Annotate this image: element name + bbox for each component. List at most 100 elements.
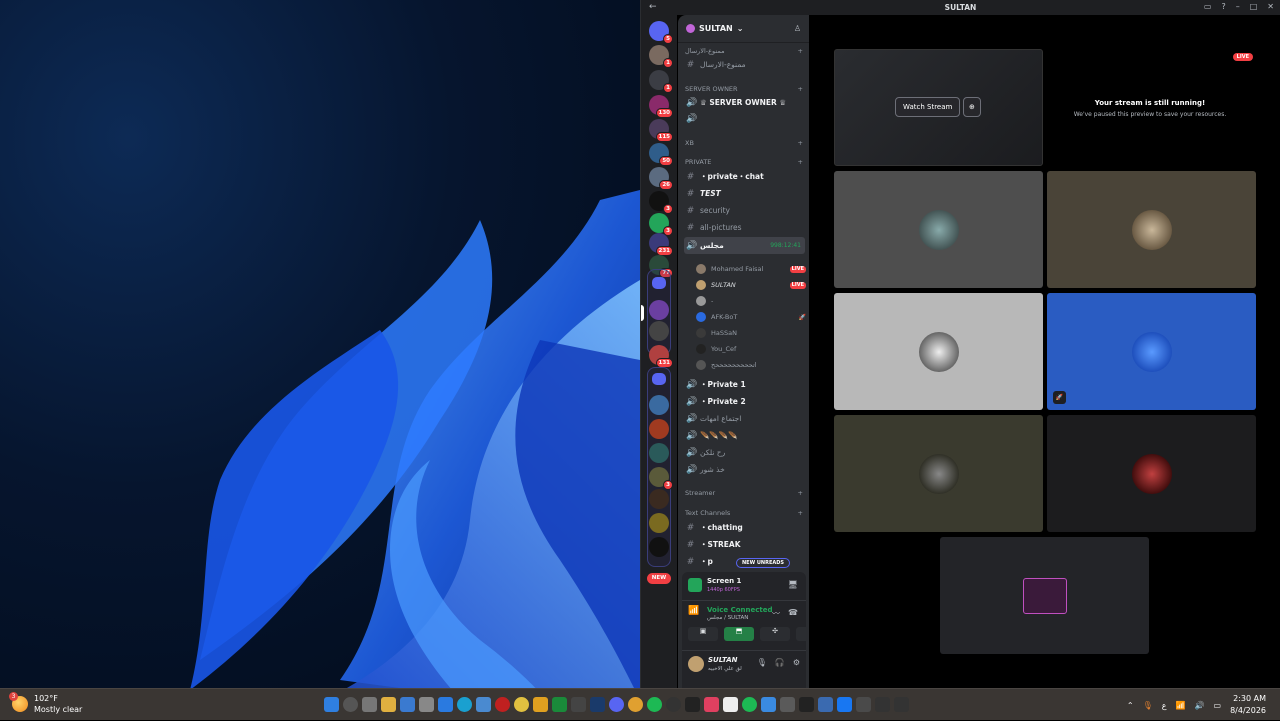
- server-icon[interactable]: [649, 537, 669, 557]
- search-icon[interactable]: [343, 697, 358, 712]
- participant-tile[interactable]: [1047, 171, 1256, 288]
- discord-home-icon[interactable]: 5: [649, 21, 673, 44]
- facebook-icon[interactable]: [837, 697, 852, 712]
- server-icon[interactable]: [649, 321, 669, 341]
- participant-tile[interactable]: 🚀: [1047, 293, 1256, 410]
- weather-widget[interactable]: 3 102°F Mostly clear: [9, 692, 82, 715]
- popout-icon[interactable]: ⊕: [963, 97, 981, 117]
- microphone-icon[interactable]: 🎙: [1143, 701, 1153, 710]
- activities-button[interactable]: ✣: [760, 627, 790, 641]
- server-icon[interactable]: 3: [649, 213, 673, 236]
- maximize-button[interactable]: □: [1250, 2, 1258, 11]
- app-icon[interactable]: [495, 697, 510, 712]
- category-header[interactable]: Text Channels +: [685, 509, 803, 517]
- voice-channel[interactable]: 🔊 ・Private 2: [684, 394, 805, 409]
- disconnect-icon[interactable]: ☎: [788, 608, 798, 617]
- category-header[interactable]: PRIVATE +: [685, 158, 803, 166]
- participant-tile[interactable]: [834, 415, 1043, 532]
- new-unreads-button[interactable]: NEW UNREADS: [736, 558, 790, 568]
- server-header[interactable]: SULTAN ⌄ ♙: [678, 15, 809, 43]
- category-header[interactable]: SERVER OWNER +: [685, 85, 803, 93]
- category-header[interactable]: ممنوع-الارسال +: [685, 47, 803, 55]
- voice-channel[interactable]: 🔊 خذ شور: [684, 462, 805, 477]
- voice-channel[interactable]: 🔊 ・Private 1: [684, 377, 805, 392]
- close-button[interactable]: ✕: [1267, 2, 1274, 11]
- app-icon[interactable]: [875, 697, 890, 712]
- signal-icon[interactable]: 📶: [688, 606, 702, 620]
- app-icon[interactable]: [761, 697, 776, 712]
- app-icon[interactable]: [818, 697, 833, 712]
- stream-preview-tile[interactable]: Watch Stream ⊕: [834, 49, 1043, 166]
- app-icon[interactable]: [894, 697, 909, 712]
- voice-user[interactable]: AFK-BoT 🚀: [696, 310, 806, 324]
- soundboard-button[interactable]: ♫: [796, 627, 809, 641]
- inbox-icon[interactable]: ▭: [1204, 2, 1212, 11]
- server-icon[interactable]: 231: [649, 233, 673, 256]
- voice-channel[interactable]: 🔊: [684, 111, 805, 126]
- file-explorer-icon[interactable]: [381, 697, 396, 712]
- voice-user[interactable]: -: [696, 294, 806, 308]
- avatar[interactable]: [688, 656, 704, 672]
- text-channel[interactable]: # ・STREAK: [684, 537, 805, 552]
- server-icon[interactable]: [649, 443, 669, 463]
- screen-share-button[interactable]: ⬒: [724, 627, 754, 641]
- settings-gear-icon[interactable]: ⚙: [793, 658, 800, 667]
- camera-button[interactable]: ▣: [688, 627, 718, 641]
- add-member-icon[interactable]: ♙: [794, 24, 801, 33]
- app-icon[interactable]: [476, 697, 491, 712]
- tiktok-icon[interactable]: [685, 697, 700, 712]
- app-icon[interactable]: [533, 697, 548, 712]
- text-channel[interactable]: # security: [684, 203, 805, 218]
- participant-tile[interactable]: [834, 293, 1043, 410]
- notepad-icon[interactable]: [723, 697, 738, 712]
- volume-icon[interactable]: 🔊: [1195, 701, 1205, 710]
- app-icon[interactable]: [704, 697, 719, 712]
- app-icon[interactable]: [780, 697, 795, 712]
- headphones-icon[interactable]: 🎧: [775, 658, 785, 667]
- settings-icon[interactable]: [419, 697, 434, 712]
- xbox-icon[interactable]: [552, 697, 567, 712]
- text-channel[interactable]: # all-pictures: [684, 220, 805, 235]
- task-view-icon[interactable]: [362, 697, 377, 712]
- language-indicator[interactable]: ع: [1162, 701, 1167, 710]
- text-channel[interactable]: # TEST: [684, 186, 805, 201]
- category-header[interactable]: Streamer +: [685, 489, 803, 497]
- participant-tile[interactable]: [940, 537, 1149, 654]
- server-icon[interactable]: 26: [649, 167, 673, 190]
- spotify-icon[interactable]: [742, 697, 757, 712]
- active-voice-channel[interactable]: 🔊 مجلس 998:12:41: [684, 237, 805, 254]
- text-channel[interactable]: # ・chatting: [684, 520, 805, 535]
- voice-channel[interactable]: 🔊 اجتماع امهات: [684, 411, 805, 426]
- participant-tile[interactable]: [834, 171, 1043, 288]
- server-icon[interactable]: [649, 300, 669, 320]
- steam-icon[interactable]: [590, 697, 605, 712]
- app-icon[interactable]: [856, 697, 871, 712]
- microphone-icon[interactable]: 🎙: [757, 658, 767, 667]
- app-icon[interactable]: [400, 697, 415, 712]
- voice-channel[interactable]: 🔊 رح نلكن: [684, 445, 805, 460]
- app-icon[interactable]: [799, 697, 814, 712]
- start-icon[interactable]: [324, 697, 339, 712]
- voice-user[interactable]: You_Cef: [696, 342, 806, 356]
- spotify-icon[interactable]: [647, 697, 662, 712]
- server-icon[interactable]: 3: [649, 467, 673, 490]
- clock[interactable]: 2:30 AM 8/4/2026: [1230, 693, 1266, 717]
- vscode-icon[interactable]: [438, 697, 453, 712]
- voice-channel[interactable]: 🔊 🪶🪶🪶🪶: [684, 428, 805, 443]
- server-icon[interactable]: [649, 395, 669, 415]
- app-icon[interactable]: [666, 697, 681, 712]
- app-icon[interactable]: [628, 697, 643, 712]
- edge-icon[interactable]: [457, 697, 472, 712]
- discord-icon[interactable]: [609, 697, 624, 712]
- server-icon[interactable]: 130: [649, 95, 673, 118]
- voice-user[interactable]: SULTAN LIVE: [696, 278, 806, 292]
- server-icon[interactable]: 1: [649, 70, 673, 93]
- chrome-icon[interactable]: [514, 697, 529, 712]
- server-icon[interactable]: 115: [649, 119, 673, 142]
- server-icon[interactable]: [649, 513, 669, 533]
- server-icon[interactable]: 131: [649, 345, 673, 368]
- stop-stream-icon[interactable]: 🖥: [788, 580, 798, 589]
- participant-tile[interactable]: [1047, 415, 1256, 532]
- server-icon[interactable]: 3: [649, 191, 673, 214]
- wifi-icon[interactable]: 📶: [1176, 701, 1186, 710]
